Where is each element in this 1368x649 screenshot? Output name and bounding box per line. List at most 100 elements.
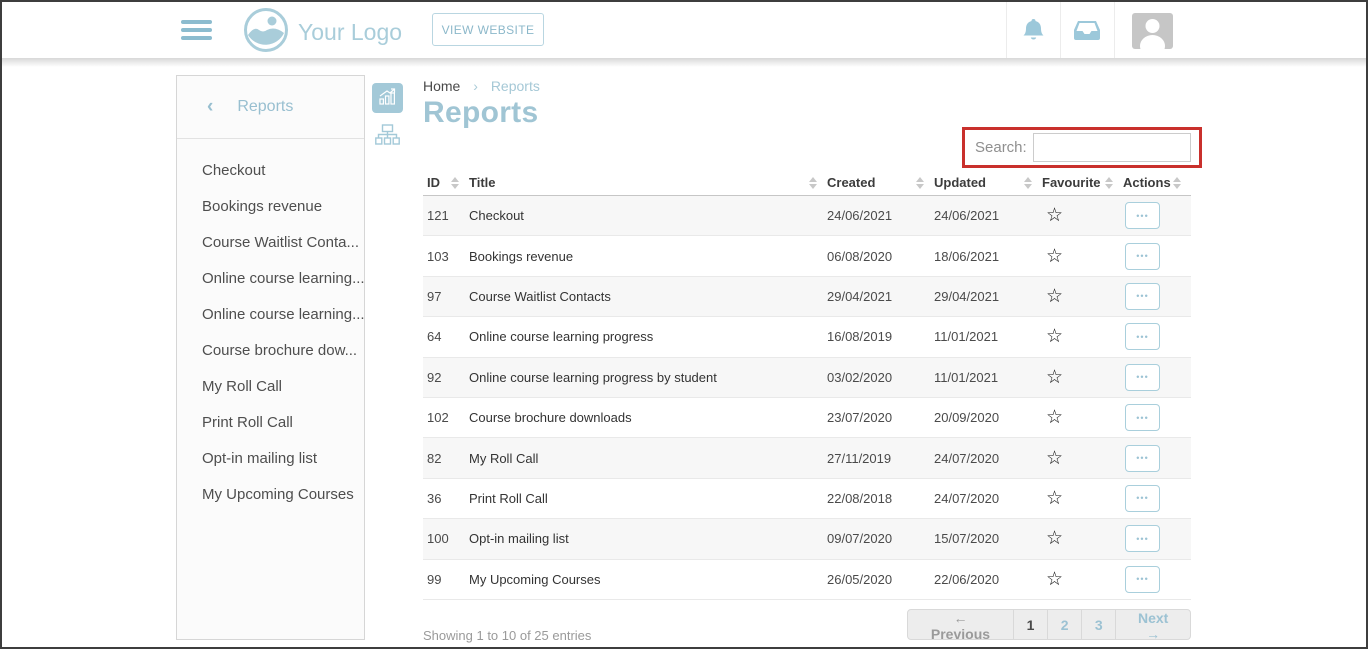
row-actions-button[interactable]: •••: [1125, 323, 1160, 350]
pagination: ← Previous 1 2 3 Next →: [907, 609, 1191, 640]
search-label: Search:: [975, 139, 1027, 156]
header-shadow: [2, 58, 1366, 67]
favourite-star-icon[interactable]: ☆: [1046, 488, 1063, 509]
next-page-button[interactable]: Next →: [1116, 610, 1190, 639]
cell-id: 103: [423, 249, 469, 264]
sidebar-report-list: Checkout Bookings revenue Course Waitlis…: [177, 139, 364, 513]
cell-favourite: ☆: [1042, 570, 1123, 589]
cell-id: 102: [423, 410, 469, 425]
cell-title: Checkout: [469, 208, 827, 223]
table-row: 64 Online course learning progress 16/08…: [423, 317, 1191, 357]
sidebar-report-item[interactable]: My Roll Call: [177, 369, 364, 405]
cell-id: 64: [423, 329, 469, 344]
table-row: 99 My Upcoming Courses 26/05/2020 22/06/…: [423, 560, 1191, 600]
page-number-button[interactable]: 1: [1014, 610, 1048, 639]
cell-id: 36: [423, 491, 469, 506]
table-row: 121 Checkout 24/06/2021 24/06/2021 ☆ •••: [423, 196, 1191, 236]
row-actions-button[interactable]: •••: [1125, 404, 1160, 431]
hamburger-menu-icon[interactable]: [181, 20, 212, 44]
breadcrumb-home-link[interactable]: Home: [423, 78, 460, 94]
page-number-button[interactable]: 3: [1082, 610, 1116, 639]
cell-actions: •••: [1123, 445, 1191, 472]
cell-favourite: ☆: [1042, 529, 1123, 548]
row-actions-button[interactable]: •••: [1125, 445, 1160, 472]
page-number-button[interactable]: 2: [1048, 610, 1082, 639]
cell-created: 27/11/2019: [827, 451, 934, 466]
main-content: Home › Reports Reports Search: ID Title …: [423, 78, 1191, 645]
chevron-left-icon: ‹: [207, 96, 213, 118]
ellipsis-icon: •••: [1136, 372, 1148, 382]
sidebar-report-item[interactable]: Opt-in mailing list: [177, 441, 364, 477]
column-header-title[interactable]: Title: [469, 175, 827, 190]
notifications-bell-button[interactable]: [1011, 14, 1055, 48]
row-actions-button[interactable]: •••: [1125, 566, 1160, 593]
table-row: 102 Course brochure downloads 23/07/2020…: [423, 398, 1191, 438]
sidebar-report-item[interactable]: Course brochure dow...: [177, 333, 364, 369]
favourite-star-icon[interactable]: ☆: [1046, 569, 1063, 590]
row-actions-button[interactable]: •••: [1125, 364, 1160, 391]
favourite-star-icon[interactable]: ☆: [1046, 205, 1063, 226]
table-row: 97 Course Waitlist Contacts 29/04/2021 2…: [423, 277, 1191, 317]
ellipsis-icon: •••: [1136, 413, 1148, 423]
row-actions-button[interactable]: •••: [1125, 283, 1160, 310]
search-input[interactable]: [1033, 133, 1191, 162]
sidebar-report-item[interactable]: Online course learning...: [177, 261, 364, 297]
view-website-button[interactable]: VIEW WEBSITE: [432, 13, 544, 46]
row-actions-button[interactable]: •••: [1125, 202, 1160, 229]
table-row: 100 Opt-in mailing list 09/07/2020 15/07…: [423, 519, 1191, 559]
column-header-created[interactable]: Created: [827, 175, 934, 190]
entries-summary: Showing 1 to 10 of 25 entries: [423, 628, 591, 643]
sitemap-icon: [375, 123, 400, 150]
cell-title: My Roll Call: [469, 451, 827, 466]
cell-favourite: ☆: [1042, 368, 1123, 387]
column-header-favourite[interactable]: Favourite: [1042, 175, 1123, 190]
table-row: 82 My Roll Call 27/11/2019 24/07/2020 ☆ …: [423, 438, 1191, 478]
cell-created: 22/08/2018: [827, 491, 934, 506]
cell-actions: •••: [1123, 485, 1191, 512]
breadcrumb-current: Reports: [491, 78, 540, 94]
cell-updated: 15/07/2020: [934, 531, 1042, 546]
ellipsis-icon: •••: [1136, 574, 1148, 584]
row-actions-button[interactable]: •••: [1125, 485, 1160, 512]
app-window: Your Logo VIEW WEBSITE: [0, 0, 1368, 649]
column-header-actions[interactable]: Actions: [1123, 175, 1191, 190]
cell-created: 26/05/2020: [827, 572, 934, 587]
column-header-id[interactable]: ID: [423, 175, 469, 190]
avatar[interactable]: [1132, 13, 1173, 49]
previous-page-button[interactable]: ← Previous: [908, 610, 1014, 639]
favourite-star-icon[interactable]: ☆: [1046, 286, 1063, 307]
cell-created: 23/07/2020: [827, 410, 934, 425]
sidebar-report-item[interactable]: My Upcoming Courses: [177, 477, 364, 513]
reports-chart-tab[interactable]: [372, 83, 403, 113]
sidebar-back[interactable]: ‹ Reports: [177, 76, 364, 139]
user-silhouette-icon: [1132, 36, 1173, 49]
cell-title: Course Waitlist Contacts: [469, 289, 827, 304]
cell-title: Print Roll Call: [469, 491, 827, 506]
favourite-star-icon[interactable]: ☆: [1046, 528, 1063, 549]
column-header-updated[interactable]: Updated: [934, 175, 1042, 190]
cell-favourite: ☆: [1042, 247, 1123, 266]
sidebar-report-item[interactable]: Bookings revenue: [177, 189, 364, 225]
cell-id: 99: [423, 572, 469, 587]
favourite-star-icon[interactable]: ☆: [1046, 246, 1063, 267]
categories-sitemap-tab[interactable]: [372, 121, 403, 151]
sort-icon: [916, 177, 924, 189]
sidebar-report-item[interactable]: Online course learning...: [177, 297, 364, 333]
messages-inbox-button[interactable]: [1065, 14, 1109, 48]
favourite-star-icon[interactable]: ☆: [1046, 407, 1063, 428]
sidebar-report-item[interactable]: Course Waitlist Conta...: [177, 225, 364, 261]
cell-actions: •••: [1123, 202, 1191, 229]
sidebar-report-item[interactable]: Checkout: [177, 153, 364, 189]
cell-title: Online course learning progress: [469, 329, 827, 344]
cell-actions: •••: [1123, 404, 1191, 431]
cell-id: 92: [423, 370, 469, 385]
ellipsis-icon: •••: [1136, 534, 1148, 544]
sidebar-report-item[interactable]: Print Roll Call: [177, 405, 364, 441]
row-actions-button[interactable]: •••: [1125, 243, 1160, 270]
row-actions-button[interactable]: •••: [1125, 525, 1160, 552]
breadcrumb: Home › Reports: [423, 78, 1191, 94]
favourite-star-icon[interactable]: ☆: [1046, 448, 1063, 469]
search-highlight-annotation: Search:: [962, 127, 1202, 168]
favourite-star-icon[interactable]: ☆: [1046, 326, 1063, 347]
favourite-star-icon[interactable]: ☆: [1046, 367, 1063, 388]
